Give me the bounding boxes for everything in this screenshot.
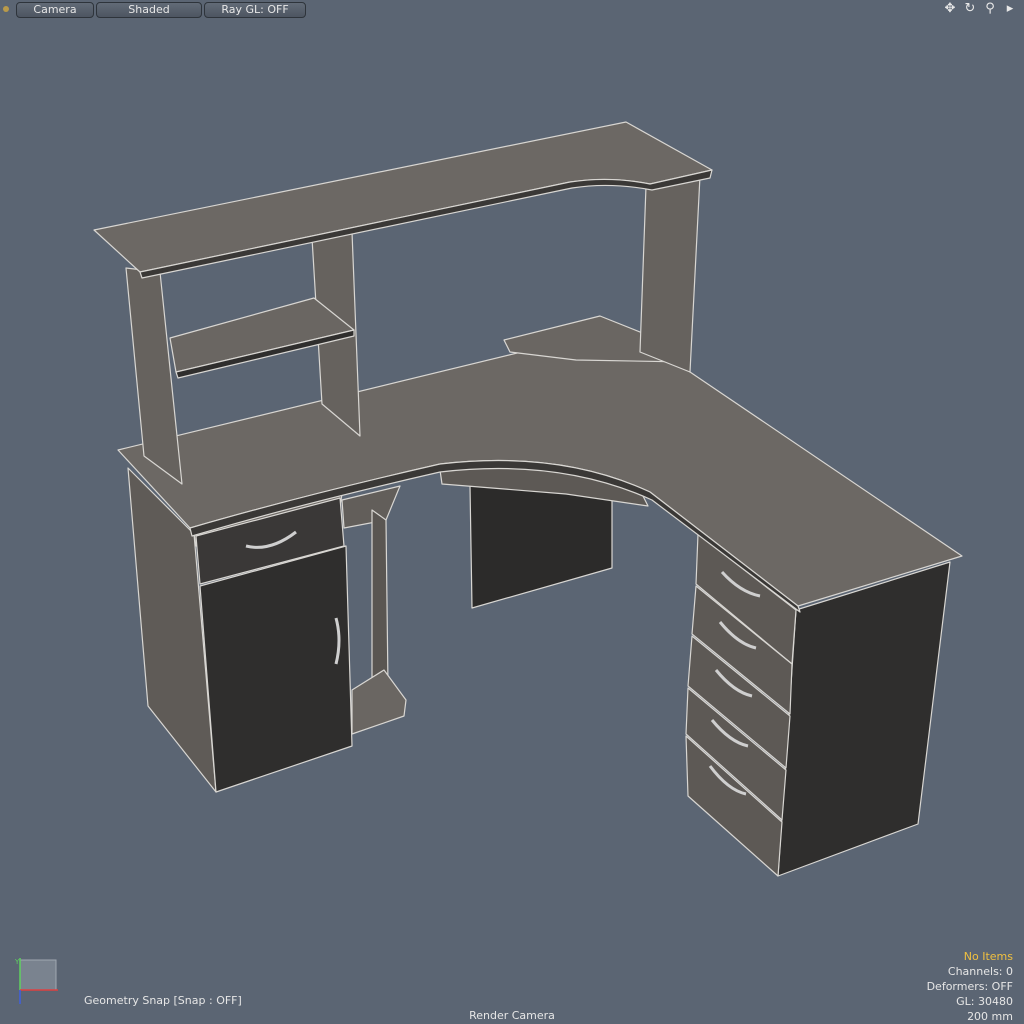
hutch-right-post bbox=[639, 175, 701, 373]
cpu-shelf-bottom bbox=[351, 669, 407, 735]
cpu-shelf-divider bbox=[371, 509, 389, 691]
left-cabinet-door bbox=[199, 545, 353, 793]
gl-polycount: GL: 30480 bbox=[956, 995, 1013, 1008]
y-axis-label: Y bbox=[14, 958, 20, 966]
grid-scale: 200 mm bbox=[967, 1010, 1013, 1023]
items-count: No Items bbox=[963, 950, 1013, 963]
deformers-status: Deformers: OFF bbox=[926, 980, 1013, 993]
geometry-snap-status[interactable]: Geometry Snap [Snap : OFF] bbox=[84, 994, 242, 1007]
render-camera-label: Render Camera bbox=[469, 1009, 555, 1022]
axis-gizmo: Y bbox=[14, 956, 62, 1006]
scene-info-panel: No Items Channels: 0 Deformers: OFF GL: … bbox=[927, 949, 1013, 1024]
hutch-top bbox=[93, 121, 713, 273]
3d-viewport[interactable] bbox=[0, 0, 1024, 1024]
channels-count: Channels: 0 bbox=[947, 965, 1013, 978]
right-pedestal-side bbox=[777, 561, 951, 877]
axis-plane bbox=[19, 959, 57, 991]
